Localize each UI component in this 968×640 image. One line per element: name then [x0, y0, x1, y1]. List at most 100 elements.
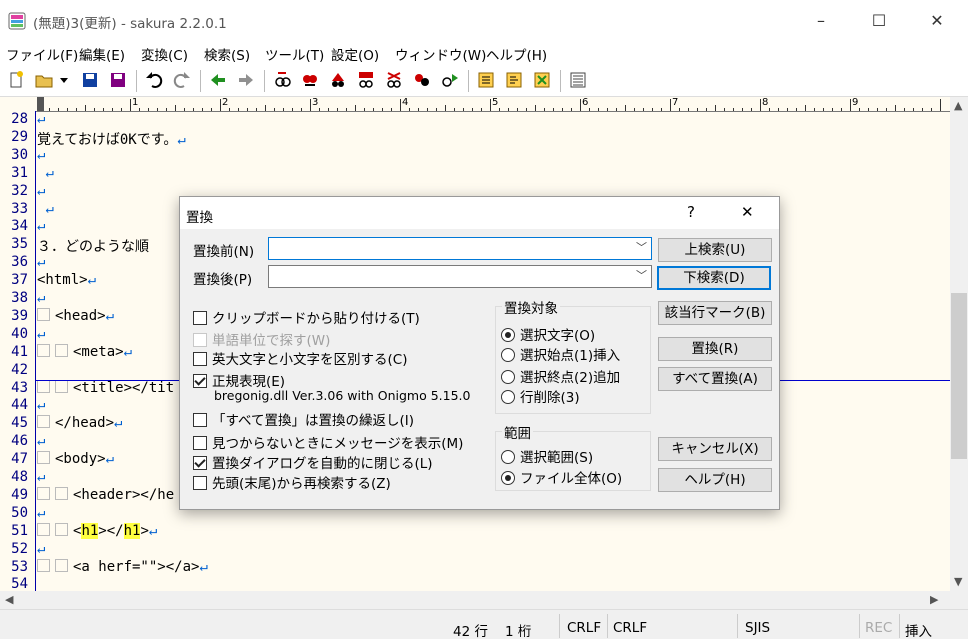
code-line[interactable]: ↵	[37, 254, 45, 270]
redo-icon[interactable]	[172, 70, 192, 90]
menu-help[interactable]: ヘルプ(H)	[486, 44, 547, 64]
code-line[interactable]: <meta>↵	[37, 343, 132, 360]
code-line[interactable]: ↵	[37, 111, 45, 127]
minimize-button[interactable]: –	[798, 6, 844, 36]
outline-icon[interactable]	[476, 70, 496, 90]
code-line[interactable]: <body>↵	[37, 451, 114, 467]
search-next-icon[interactable]	[300, 70, 320, 90]
checkbox-box[interactable]	[193, 352, 207, 366]
jump-back-icon[interactable]	[208, 70, 228, 90]
new-file-icon[interactable]	[6, 70, 26, 90]
checkbox-box[interactable]	[193, 436, 207, 450]
code-line[interactable]: ↵	[37, 433, 45, 449]
status-eol-input[interactable]: CRLF	[613, 620, 647, 636]
radio-selection-range[interactable]: 選択範囲(S)	[501, 446, 593, 466]
code-line[interactable]: ３．どのような順	[37, 236, 149, 256]
horizontal-scrollbar[interactable]: ◀ ▶	[0, 591, 950, 609]
vertical-scrollbar[interactable]: ▲ ▼	[950, 97, 968, 591]
grep-icon[interactable]	[412, 70, 432, 90]
menu-edit[interactable]: 編集(E)	[79, 44, 125, 64]
search-mark-icon[interactable]	[328, 70, 348, 90]
code-line[interactable]: ↵	[37, 541, 45, 557]
bookmark-icon[interactable]	[532, 70, 552, 90]
status-insert-mode[interactable]: 挿入	[905, 620, 932, 640]
code-line[interactable]: ↵	[37, 290, 45, 306]
help-button[interactable]: ヘルプ(H)	[658, 468, 772, 492]
code-line[interactable]: <head>↵	[37, 307, 114, 324]
code-line[interactable]: ↵	[37, 147, 45, 163]
code-line[interactable]: <html>↵	[37, 272, 96, 288]
scroll-down-icon[interactable]: ▼	[954, 575, 962, 588]
radio-insert-start[interactable]: 選択始点(1)挿入	[501, 344, 620, 364]
mark-lines-button[interactable]: 該当行マーク(B)	[658, 301, 772, 325]
checkbox-auto-close[interactable]: 置換ダイアログを自動的に閉じる(L)	[193, 452, 433, 472]
radio-dot[interactable]	[501, 328, 515, 342]
status-encoding[interactable]: SJIS	[745, 620, 770, 636]
checkbox-regex[interactable]: 正規表現(E)	[193, 370, 285, 390]
scroll-up-icon[interactable]: ▲	[954, 99, 962, 112]
undo-icon[interactable]	[144, 70, 164, 90]
radio-dot[interactable]	[501, 370, 515, 384]
vertical-scroll-thumb[interactable]	[951, 293, 967, 459]
chevron-down-icon[interactable]: ﹀	[636, 267, 647, 283]
cancel-button[interactable]: キャンセル(X)	[658, 437, 772, 461]
dropdown-icon[interactable]	[58, 70, 70, 90]
status-eol[interactable]: CRLF	[567, 620, 601, 636]
checkbox-box[interactable]	[193, 413, 207, 427]
scroll-left-icon[interactable]: ◀	[5, 593, 13, 606]
code-line[interactable]: <title></tit	[37, 379, 174, 396]
checkbox-box[interactable]	[193, 374, 207, 388]
code-line[interactable]: ↵	[37, 183, 45, 199]
search-prev-icon[interactable]	[272, 70, 292, 90]
code-line[interactable]: ↵	[37, 218, 45, 234]
scroll-right-icon[interactable]: ▶	[930, 593, 938, 606]
code-line[interactable]: ↵	[37, 505, 45, 521]
checkbox-replace-all-repeat[interactable]: 「すべて置換」は置換の繰返し(I)	[193, 409, 414, 429]
menu-convert[interactable]: 変換(C)	[141, 44, 188, 64]
code-line[interactable]: <h1></h1>↵	[37, 522, 157, 539]
checkbox-box[interactable]	[193, 456, 207, 470]
menu-settings[interactable]: 設定(O)	[331, 44, 379, 64]
checkbox-case-sensitive[interactable]: 英大文字と小文字を区別する(C)	[193, 348, 407, 368]
replace-button[interactable]: 置換(R)	[658, 337, 772, 361]
checkbox-box[interactable]	[193, 476, 207, 490]
code-line[interactable]: ↵	[37, 326, 45, 342]
menu-search[interactable]: 検索(S)	[204, 44, 250, 64]
radio-append-end[interactable]: 選択終点(2)追加	[501, 366, 620, 386]
radio-dot[interactable]	[501, 450, 515, 464]
code-line[interactable]: <a herf=""></a>↵	[37, 558, 208, 575]
checkbox-paste-clipboard[interactable]: クリップボードから貼り付ける(T)	[193, 307, 420, 327]
replace-icon[interactable]	[356, 70, 376, 90]
maximize-button[interactable]: ☐	[856, 6, 902, 36]
search-up-button[interactable]: 上検索(U)	[658, 238, 772, 262]
menu-window[interactable]: ウィンドウ(W)	[395, 44, 486, 64]
dialog-help-icon[interactable]: ?	[687, 203, 695, 221]
close-button[interactable]: ✕	[914, 6, 960, 36]
checkbox-wrap-search[interactable]: 先頭(末尾)から再検索する(Z)	[193, 472, 391, 492]
dialog-close-icon[interactable]: ✕	[741, 203, 754, 221]
code-line[interactable]: 覚えておけば0Kです。↵	[37, 129, 186, 149]
save-all-icon[interactable]	[108, 70, 128, 90]
replace-all-button[interactable]: すべて置換(A)	[658, 367, 772, 391]
chevron-down-icon[interactable]: ﹀	[636, 239, 647, 255]
search-down-button[interactable]: 下検索(D)	[657, 266, 771, 290]
radio-dot[interactable]	[501, 390, 515, 404]
menu-tools[interactable]: ツール(T)	[265, 44, 324, 64]
replace-input[interactable]: ﹀	[268, 265, 652, 288]
radio-delete-line[interactable]: 行削除(3)	[501, 386, 580, 406]
menu-file[interactable]: ファイル(F)	[6, 44, 78, 64]
checkbox-box[interactable]	[193, 311, 207, 325]
radio-whole-file[interactable]: ファイル全体(O)	[501, 467, 622, 487]
code-line[interactable]: ↵	[37, 165, 53, 181]
code-line[interactable]: ↵	[37, 201, 53, 217]
find-input[interactable]: ﹀	[268, 237, 652, 260]
jump-forward-icon[interactable]	[236, 70, 256, 90]
checkbox-show-not-found[interactable]: 見つからないときにメッセージを表示(M)	[193, 432, 463, 452]
function-list-icon[interactable]	[504, 70, 524, 90]
settings-icon[interactable]	[568, 70, 588, 90]
code-line[interactable]: <header></he	[37, 486, 174, 503]
clear-mark-icon[interactable]	[384, 70, 404, 90]
radio-dot[interactable]	[501, 348, 515, 362]
code-line[interactable]: </head>↵	[37, 415, 122, 431]
open-folder-icon[interactable]	[34, 70, 54, 90]
